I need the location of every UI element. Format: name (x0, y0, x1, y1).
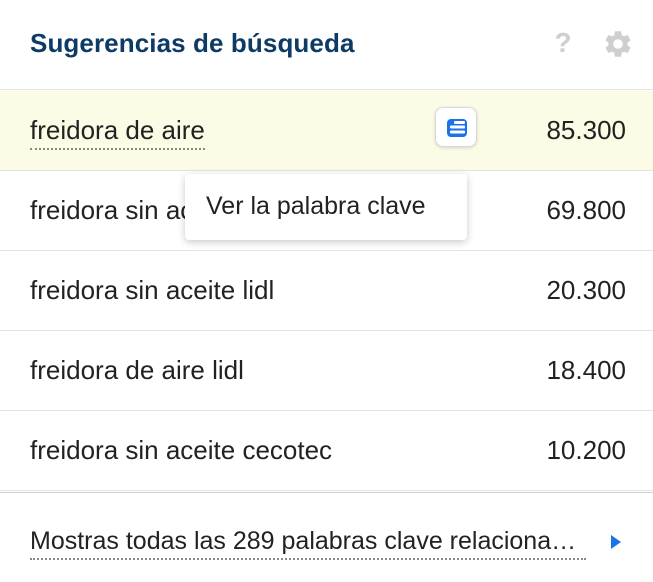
panel-title: Sugerencias de búsqueda (30, 28, 355, 58)
suggestion-keyword[interactable]: freidora sin aceite cecotec (30, 435, 332, 466)
copy-icon (447, 119, 467, 137)
search-volume: 85.300 (546, 115, 626, 145)
suggestion-row[interactable]: freidora de aire 85.300 (0, 91, 653, 171)
search-volume: 18.400 (546, 355, 626, 385)
panel-footer: Mostras todas las 289 palabras clave rel… (0, 492, 653, 582)
copy-keyword-button[interactable] (435, 107, 477, 147)
search-volume: 69.800 (546, 195, 626, 225)
suggestions-list: freidora de aire 85.300 freidora sin ace… (0, 91, 653, 491)
search-suggestions-panel: Sugerencias de búsqueda ? freidora de ai… (0, 0, 653, 582)
suggestion-row[interactable]: freidora de aire lidl 18.400 (0, 331, 653, 411)
help-icon[interactable]: ? (550, 28, 576, 58)
suggestion-keyword[interactable]: freidora sin aceite lidl (30, 275, 274, 306)
view-keyword-tooltip: Ver la palabra clave (185, 174, 467, 240)
suggestion-keyword[interactable]: freidora de aire (30, 115, 205, 150)
search-volume: 20.300 (546, 275, 626, 305)
panel-header: Sugerencias de búsqueda ? (0, 0, 653, 90)
search-volume: 10.200 (546, 435, 626, 465)
tooltip-text: Ver la palabra clave (206, 192, 426, 220)
suggestion-row[interactable]: freidora sin aceite lidl 20.300 (0, 251, 653, 331)
show-all-keywords-link[interactable]: Mostras todas las 289 palabras clave rel… (30, 527, 586, 560)
suggestion-row[interactable]: freidora sin aceite cecotec 10.200 (0, 411, 653, 491)
caret-right-icon[interactable] (610, 534, 622, 550)
suggestion-keyword[interactable]: freidora de aire lidl (30, 355, 244, 386)
gear-icon[interactable] (602, 28, 634, 60)
